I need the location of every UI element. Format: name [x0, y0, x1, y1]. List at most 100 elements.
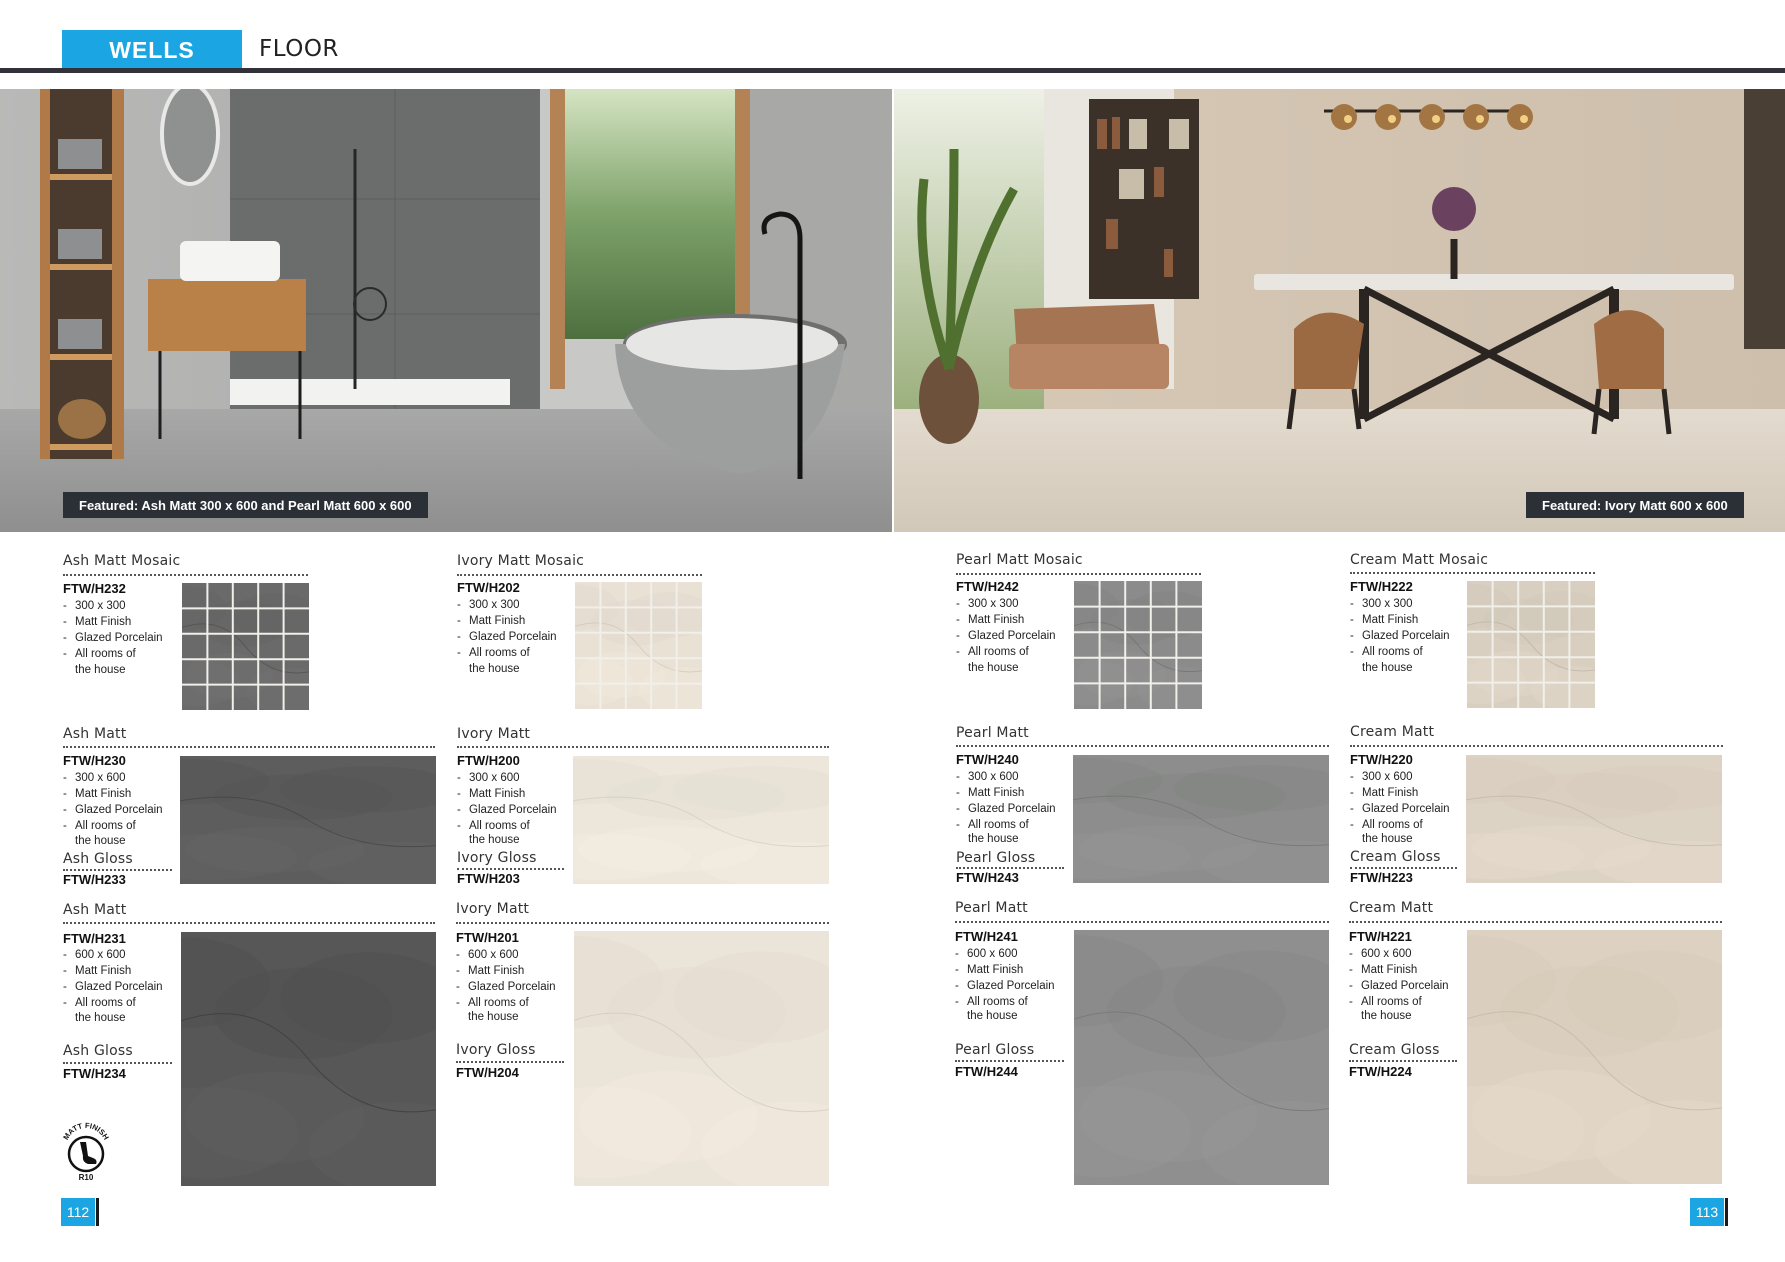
product-code: FTW/H221: [1349, 929, 1412, 944]
tile-swatch-300x600: [1466, 755, 1722, 883]
title-divider: [1350, 745, 1723, 747]
product-code: FTW/H231: [63, 931, 126, 946]
product-code: FTW/H230: [63, 753, 126, 768]
section-title: FLOOR: [259, 36, 339, 62]
product-code-gloss: FTW/H204: [456, 1065, 519, 1080]
title-divider: [457, 574, 702, 576]
tile-swatch-300x600: [573, 756, 829, 884]
product-title-ivory-matt: Ivory Matt: [456, 901, 530, 917]
product-specs: 300 x 600Matt FinishGlazed PorcelainAll …: [63, 770, 163, 834]
product-specs-continued: the house: [1362, 833, 1413, 845]
product-title-ash-matt: Ash Matt: [63, 902, 127, 918]
matt-finish-r10-badge: MATT FINISH R10: [61, 1122, 111, 1182]
title-divider: [63, 922, 435, 924]
product-title-ivory-matt: Ivory Matt: [457, 726, 531, 742]
tile-swatch-mosaic: [1074, 581, 1202, 709]
tile-swatch-600x600: [574, 931, 829, 1186]
product-code-gloss: FTW/H244: [955, 1064, 1018, 1079]
badge-rating: R10: [79, 1173, 94, 1182]
product-specs: 600 x 600Matt FinishGlazed PorcelainAll …: [456, 947, 556, 1011]
product-specs-continued: the house: [75, 835, 126, 847]
product-specs: 600 x 600Matt FinishGlazed PorcelainAll …: [955, 946, 1055, 1010]
product-specs-continued: the house: [75, 664, 126, 676]
product-title-ash-gloss: Ash Gloss: [63, 851, 133, 867]
product-specs-continued: the house: [468, 1011, 519, 1023]
product-title-cream-matt-mosaic: Cream Matt Mosaic: [1350, 552, 1489, 568]
product-code: FTW/H202: [457, 580, 520, 595]
tile-swatch-600x600: [181, 932, 436, 1186]
page-number-left: 112: [61, 1198, 99, 1226]
title-divider: [956, 745, 1329, 747]
product-code: FTW/H240: [956, 752, 1019, 767]
product-title-pearl-matt-mosaic: Pearl Matt Mosaic: [956, 552, 1083, 568]
product-specs-continued: the house: [968, 833, 1019, 845]
brand-label: WELLS: [62, 30, 242, 70]
page-number-right: 113: [1690, 1198, 1728, 1226]
product-title-ivory-gloss: Ivory Gloss: [456, 1042, 536, 1058]
tile-swatch-600x600: [1074, 930, 1329, 1185]
tile-swatch-300x600: [180, 756, 436, 884]
product-code-gloss: FTW/H243: [956, 870, 1019, 885]
product-specs-continued: the house: [968, 662, 1019, 674]
tile-swatch-300x600: [1073, 755, 1329, 883]
featured-caption-left: Featured: Ash Matt 300 x 600 and Pearl M…: [63, 492, 428, 518]
product-title-cream-matt: Cream Matt: [1349, 900, 1434, 916]
product-title-ash-gloss: Ash Gloss: [63, 1043, 133, 1059]
product-title-pearl-gloss: Pearl Gloss: [956, 850, 1036, 866]
title-divider: [63, 869, 172, 871]
title-divider: [457, 746, 829, 748]
product-specs: 300 x 600Matt FinishGlazed PorcelainAll …: [457, 770, 557, 834]
product-title-ash-matt: Ash Matt: [63, 726, 127, 742]
product-specs: 300 x 600Matt FinishGlazed PorcelainAll …: [1350, 769, 1450, 833]
product-code-gloss: FTW/H203: [457, 871, 520, 886]
product-title-ash-matt-mosaic: Ash Matt Mosaic: [63, 553, 181, 569]
tile-swatch-mosaic: [1467, 581, 1595, 708]
product-specs-continued: the house: [75, 1012, 126, 1024]
title-divider: [1350, 867, 1457, 869]
product-code: FTW/H241: [955, 929, 1018, 944]
title-divider: [63, 1062, 172, 1064]
product-specs: 300 x 300Matt FinishGlazed PorcelainAll …: [956, 596, 1056, 660]
hero-photo-bathroom: Featured: Ash Matt 300 x 600 and Pearl M…: [0, 89, 892, 532]
product-specs-continued: the house: [1362, 662, 1413, 674]
product-specs: 600 x 600Matt FinishGlazed PorcelainAll …: [63, 947, 163, 1011]
title-divider: [956, 867, 1064, 869]
product-specs-continued: the house: [967, 1010, 1018, 1022]
title-divider: [1350, 572, 1595, 574]
product-title-cream-gloss: Cream Gloss: [1349, 1042, 1440, 1058]
product-title-cream-gloss: Cream Gloss: [1350, 849, 1441, 865]
product-title-ivory-gloss: Ivory Gloss: [457, 850, 537, 866]
product-title-ivory-matt-mosaic: Ivory Matt Mosaic: [457, 553, 585, 569]
title-divider: [63, 746, 435, 748]
product-code-gloss: FTW/H224: [1349, 1064, 1412, 1079]
product-specs-continued: the house: [469, 834, 520, 846]
product-specs: 300 x 600Matt FinishGlazed PorcelainAll …: [956, 769, 1056, 833]
product-code: FTW/H232: [63, 581, 126, 596]
product-specs: 300 x 300Matt FinishGlazed PorcelainAll …: [1350, 596, 1450, 660]
featured-caption-right: Featured: Ivory Matt 600 x 600: [1526, 492, 1744, 518]
title-divider: [456, 922, 829, 924]
product-code-gloss: FTW/H234: [63, 1066, 126, 1081]
product-code-gloss: FTW/H233: [63, 872, 126, 887]
title-divider: [955, 1060, 1064, 1062]
product-title-cream-matt: Cream Matt: [1350, 724, 1435, 740]
product-code-gloss: FTW/H223: [1350, 870, 1413, 885]
title-divider: [457, 868, 564, 870]
product-specs-continued: the house: [469, 663, 520, 675]
product-title-pearl-matt: Pearl Matt: [955, 900, 1028, 916]
tile-swatch-600x600: [1467, 930, 1722, 1184]
title-divider: [63, 574, 308, 576]
product-code: FTW/H220: [1350, 752, 1413, 767]
product-title-pearl-gloss: Pearl Gloss: [955, 1042, 1035, 1058]
product-specs: 600 x 600Matt FinishGlazed PorcelainAll …: [1349, 946, 1449, 1010]
product-specs: 300 x 300Matt FinishGlazed PorcelainAll …: [63, 598, 163, 662]
product-code: FTW/H201: [456, 930, 519, 945]
hero-photo-dining: Featured: Ivory Matt 600 x 600: [894, 89, 1785, 532]
product-code: FTW/H200: [457, 753, 520, 768]
product-code: FTW/H222: [1350, 579, 1413, 594]
product-specs: 300 x 300Matt FinishGlazed PorcelainAll …: [457, 597, 557, 661]
title-divider: [956, 573, 1201, 575]
title-divider: [456, 1061, 564, 1063]
tile-swatch-mosaic: [182, 583, 309, 710]
tile-swatch-mosaic: [575, 582, 702, 709]
